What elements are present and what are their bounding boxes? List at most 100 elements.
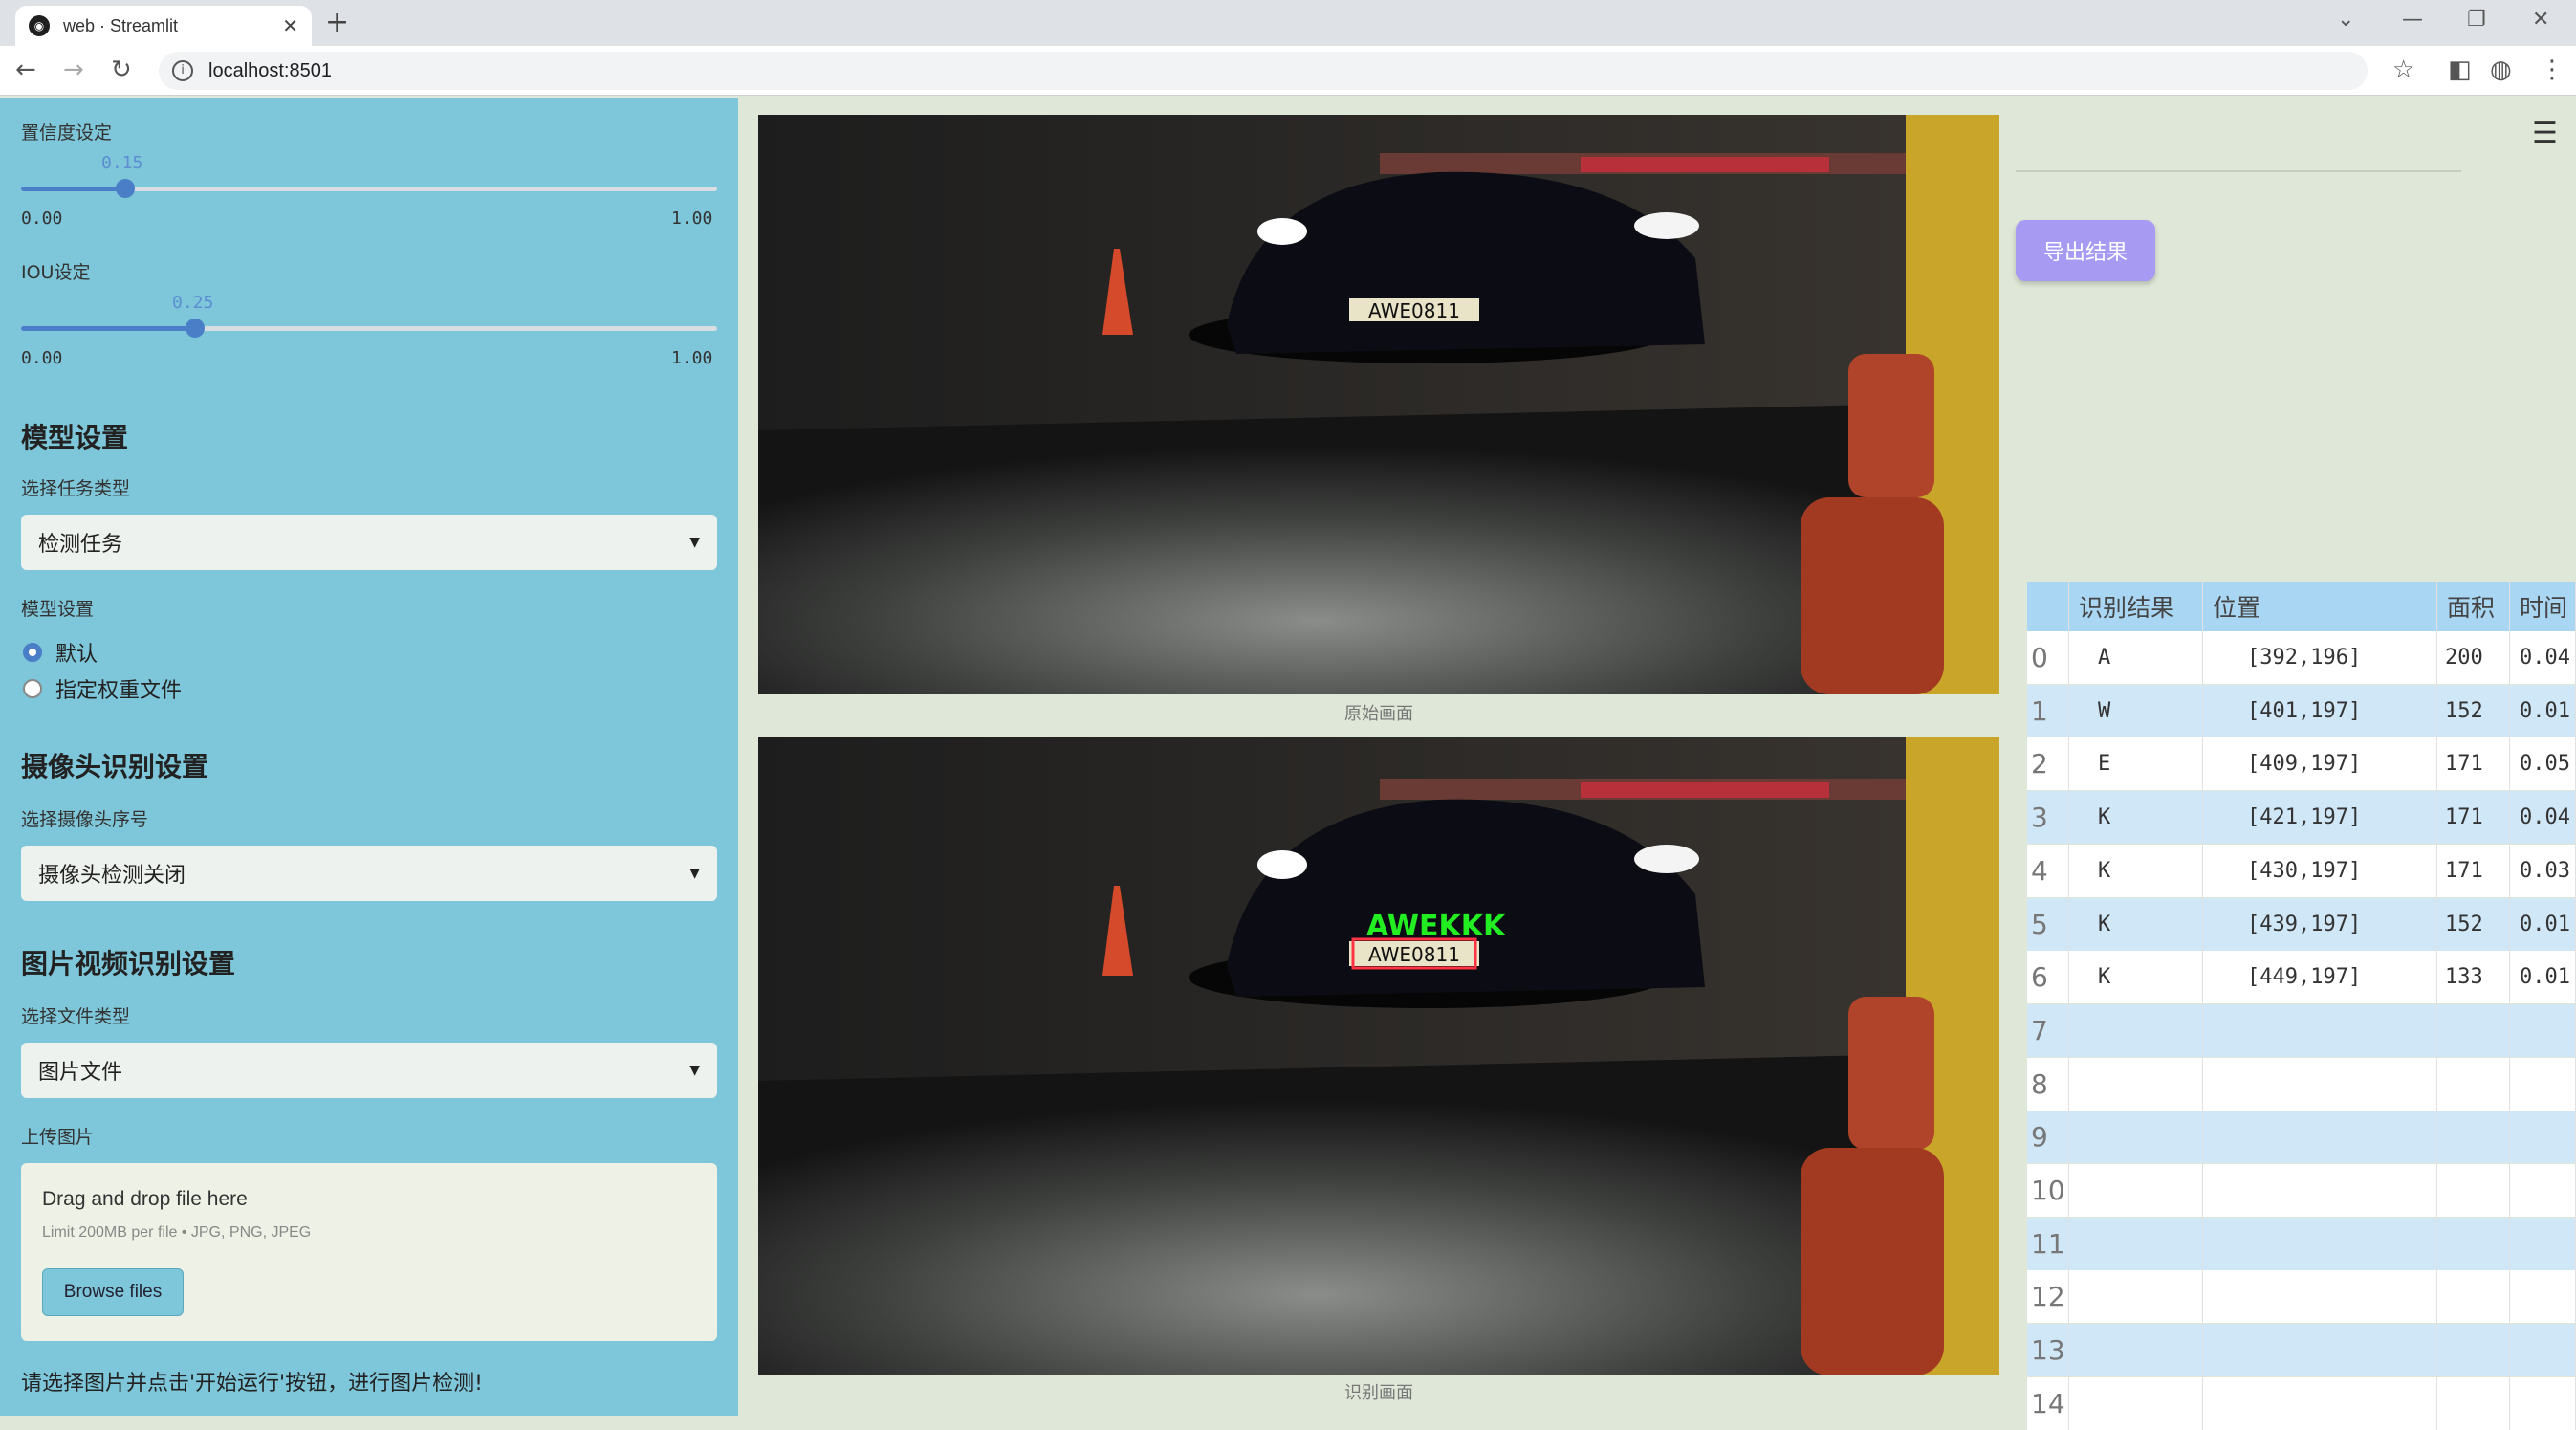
iou-slider-fill: [21, 326, 195, 331]
browser-tab[interactable]: ◉ web · Streamlit ✕: [15, 6, 312, 46]
reload-icon[interactable]: ↻: [111, 55, 132, 84]
forward-icon[interactable]: →: [63, 55, 84, 84]
table-cell-res: [2069, 1376, 2203, 1430]
table-row[interactable]: 6 K [449,197] 133 0.01: [2027, 951, 2576, 1004]
table-row[interactable]: 0 A [392,196] 200 0.04: [2027, 631, 2576, 684]
table-row[interactable]: 11: [2027, 1217, 2576, 1270]
result-image: AWE0811 AWEKKK: [758, 737, 1999, 1375]
task-type-select[interactable]: 检测任务 ▼: [21, 515, 717, 570]
table-row[interactable]: 5 K [439,197] 152 0.01: [2027, 897, 2576, 951]
column-header[interactable]: 识别结果: [2069, 582, 2203, 631]
browser-tab-bar: ◉ web · Streamlit ✕ + ⌄ — ❐ ✕: [0, 0, 2576, 46]
table-cell-idx: 14: [2027, 1376, 2069, 1430]
task-type-value: 检测任务: [38, 533, 123, 557]
table-cell-res: K: [2069, 791, 2203, 845]
table-cell-res: [2069, 1003, 2203, 1057]
site-info-icon[interactable]: i: [172, 60, 193, 81]
column-header[interactable]: 时间: [2510, 582, 2576, 631]
restore-icon[interactable]: ❐: [2467, 8, 2486, 32]
table-cell-pos: [421,197]: [2203, 791, 2437, 845]
table-cell-area: 171: [2437, 791, 2510, 845]
table-cell-res: A: [2069, 631, 2203, 684]
export-results-button[interactable]: 导出结果: [2016, 220, 2155, 281]
chevron-down-icon: ▼: [689, 535, 700, 550]
table-cell-pos: [2203, 1217, 2437, 1270]
table-cell-time: [2510, 1270, 2576, 1324]
table-cell-pos: [2203, 1003, 2437, 1057]
tab-list-chevron-icon[interactable]: ⌄: [2337, 8, 2354, 32]
radio-custom-weights[interactable]: 指定权重文件: [23, 673, 182, 704]
tab-close-icon[interactable]: ✕: [282, 14, 298, 37]
radio-default[interactable]: 默认: [23, 637, 98, 668]
iou-slider[interactable]: [21, 319, 717, 338]
hamburger-menu-icon[interactable]: ☰: [2532, 117, 2558, 150]
table-row[interactable]: 14: [2027, 1376, 2576, 1430]
table-cell-pos: [430,197]: [2203, 844, 2437, 897]
table-cell-area: [2437, 1057, 2510, 1111]
table-cell-idx: 9: [2027, 1111, 2069, 1164]
confidence-slider-fill: [21, 187, 126, 191]
new-tab-icon[interactable]: +: [325, 6, 349, 40]
table-row[interactable]: 8: [2027, 1057, 2576, 1111]
parking-scene-result: AWE0811 AWEKKK: [758, 737, 1999, 1375]
table-cell-area: [2437, 1324, 2510, 1377]
back-icon[interactable]: ←: [15, 55, 36, 84]
table-row[interactable]: 3 K [421,197] 171 0.04: [2027, 791, 2576, 845]
browser-menu-icon[interactable]: ⋮: [2540, 55, 2565, 84]
radio-selected-icon: [23, 643, 42, 662]
table-cell-area: 171: [2437, 844, 2510, 897]
table-cell-time: 0.03: [2510, 844, 2576, 897]
table-cell-area: [2437, 1217, 2510, 1270]
table-row[interactable]: 13: [2027, 1324, 2576, 1377]
minimize-icon[interactable]: —: [2402, 8, 2423, 32]
original-caption: 原始画面: [1344, 704, 1413, 724]
table-cell-time: [2510, 1111, 2576, 1164]
header-index-cell: [2027, 582, 2069, 631]
file-type-select[interactable]: 图片文件 ▼: [21, 1043, 717, 1098]
window-close-icon[interactable]: ✕: [2532, 8, 2549, 32]
iou-slider-thumb[interactable]: [186, 319, 205, 338]
table-cell-idx: 0: [2027, 631, 2069, 684]
confidence-value: 0.15: [101, 153, 143, 173]
column-header[interactable]: 面积: [2437, 582, 2510, 631]
bookmark-star-icon[interactable]: ☆: [2392, 55, 2414, 84]
table-cell-idx: 13: [2027, 1324, 2069, 1377]
table-cell-time: [2510, 1003, 2576, 1057]
url-field[interactable]: i localhost:8501: [159, 52, 2368, 90]
tab-title: web · Streamlit: [63, 15, 179, 35]
radio-custom-label: 指定权重文件: [55, 679, 183, 703]
confidence-label: 置信度设定: [21, 122, 113, 143]
result-caption: 识别画面: [1344, 1383, 1413, 1403]
table-cell-res: K: [2069, 897, 2203, 951]
table-cell-pos: [2203, 1324, 2437, 1377]
table-cell-time: 0.01: [2510, 684, 2576, 737]
table-row[interactable]: 12: [2027, 1270, 2576, 1324]
browse-files-button[interactable]: Browse files: [42, 1268, 184, 1316]
table-cell-res: [2069, 1324, 2203, 1377]
table-row[interactable]: 9: [2027, 1111, 2576, 1164]
dropzone-limit: Limit 200MB per file • JPG, PNG, JPEG: [42, 1224, 312, 1241]
table-cell-idx: 2: [2027, 737, 2069, 791]
table-cell-res: [2069, 1111, 2203, 1164]
radio-default-label: 默认: [55, 643, 98, 667]
confidence-slider-thumb[interactable]: [116, 179, 136, 198]
original-image: AWE0811: [758, 115, 1999, 694]
profile-avatar-icon[interactable]: ◍: [2490, 55, 2512, 84]
table-row[interactable]: 4 K [430,197] 171 0.03: [2027, 844, 2576, 897]
side-panel-icon[interactable]: ◧: [2448, 55, 2472, 84]
column-header[interactable]: 位置: [2203, 582, 2437, 631]
confidence-slider[interactable]: [21, 179, 717, 198]
table-cell-time: [2510, 1057, 2576, 1111]
confidence-min: 0.00: [21, 209, 63, 229]
table-row[interactable]: 10: [2027, 1164, 2576, 1217]
chevron-down-icon: ▼: [689, 1063, 700, 1078]
table-cell-pos: [392,196]: [2203, 631, 2437, 684]
camera-select[interactable]: 摄像头检测关闭 ▼: [21, 846, 717, 901]
radio-unselected-icon: [23, 679, 42, 698]
table-row[interactable]: 7: [2027, 1003, 2576, 1057]
model-settings-heading: 模型设置: [21, 422, 129, 453]
table-cell-res: E: [2069, 737, 2203, 791]
table-row[interactable]: 1 W [401,197] 152 0.01: [2027, 684, 2576, 737]
table-row[interactable]: 2 E [409,197] 171 0.05: [2027, 737, 2576, 791]
file-dropzone[interactable]: Drag and drop file here Limit 200MB per …: [21, 1163, 717, 1341]
